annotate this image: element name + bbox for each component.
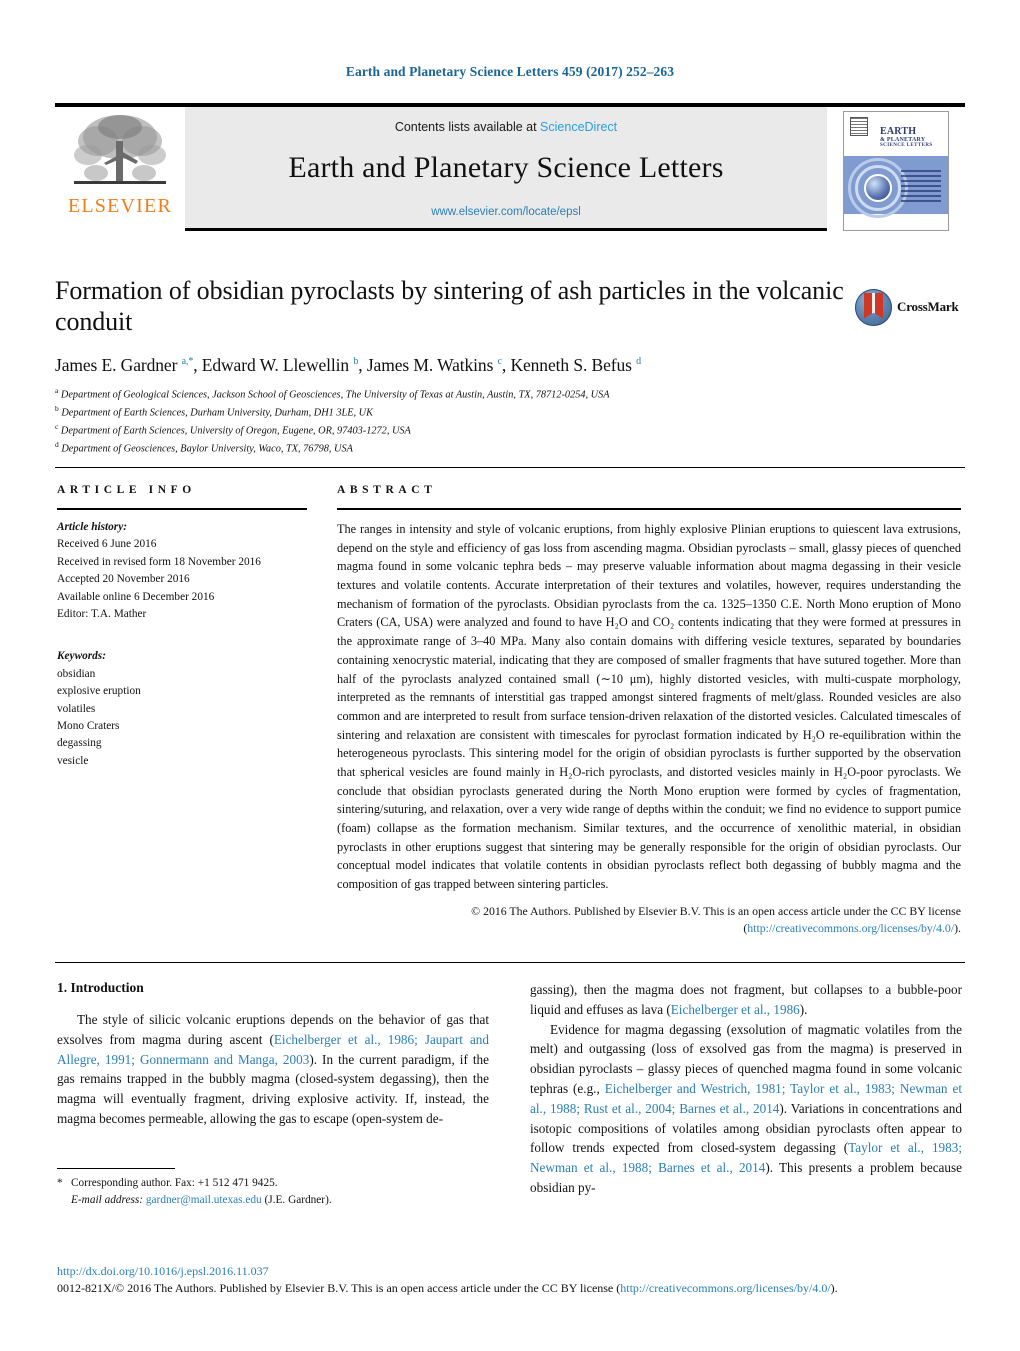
keyword-item: volatiles — [57, 702, 96, 715]
body-column-left: 1. Introduction The style of silicic vol… — [57, 980, 489, 1129]
footnote-line-1: * Corresponding author. Fax: +1 512 471 9… — [57, 1175, 489, 1192]
divider-bottom — [55, 962, 965, 963]
affiliation-item: b Department of Earth Sciences, Durham U… — [55, 403, 373, 419]
cover-image: EARTH & PLANETARY SCIENCE LETTERS — [843, 110, 949, 231]
issn-copyright-line: 0012-821X/© 2016 The Authors. Published … — [57, 1281, 965, 1296]
keyword-item: vesicle — [57, 754, 89, 767]
email-owner: (J.E. Gardner). — [264, 1193, 332, 1206]
intro-paragraph-1: The style of silicic volcanic eruptions … — [57, 1010, 489, 1129]
email-address-label: E-mail address: — [71, 1193, 144, 1206]
copyright-text: © 2016 The Authors. Published by Elsevie… — [471, 903, 961, 918]
footnote-line-2: E-mail address: gardner@mail.utexas.edu … — [57, 1192, 489, 1209]
elsevier-logo: ELSEVIER — [55, 103, 185, 231]
journal-article-page: Earth and Planetary Science Letters 459 … — [0, 0, 1020, 1351]
keywords: Keywords: obsidian explosive eruption vola… — [57, 648, 307, 770]
crossmark-icon — [855, 288, 892, 326]
affiliation-list: a Department of Geological Sciences, Jac… — [55, 385, 845, 457]
running-head: Earth and Planetary Science Letters 459 … — [345, 64, 675, 79]
contents-available-line: Contents lists available at ScienceDirec… — [395, 120, 617, 134]
contents-prefix: Contents lists available at — [394, 120, 541, 134]
article-info-rule — [57, 508, 307, 510]
keyword-items: obsidian explosive eruption volatiles Mono … — [57, 666, 307, 770]
doi-link[interactable]: http://dx.doi.org/10.1016/j.epsl.2016.11… — [57, 1264, 965, 1279]
affiliation-item: c Department of Earth Sciences, Universi… — [55, 422, 411, 437]
page-title: Formation of obsidian pyroclasts by sint… — [55, 276, 844, 336]
title-block: Formation of obsidian pyroclasts by sint… — [55, 276, 845, 457]
intro-paragraph-1-continued: gassing), then the magma does not fragme… — [530, 980, 962, 1020]
page-footer: http://dx.doi.org/10.1016/j.epsl.2016.11… — [57, 1264, 965, 1296]
article-history-item: Received 6 June 2016 — [57, 538, 157, 551]
article-history-item: Editor: T.A. Mather — [57, 607, 147, 620]
article-history-item: Received in revised form 18 November 201… — [57, 555, 261, 568]
cover-title-text: EARTH & PLANETARY SCIENCE LETTERS — [880, 125, 944, 149]
journal-title: Earth and Planetary Science Letters — [288, 151, 724, 184]
body-column-right: gassing), then the magma does not fragme… — [530, 980, 962, 1198]
footnote-asterisk: * — [57, 1177, 63, 1189]
issn-suffix: ). — [830, 1281, 838, 1295]
keyword-item: degassing — [57, 737, 102, 750]
license-close: ). — [954, 921, 961, 936]
abstract-text: The ranges in intensity and style of vol… — [337, 522, 961, 892]
corresponding-author-footnote: * Corresponding author. Fax: +1 512 471 9… — [57, 1168, 489, 1209]
divider-top — [55, 467, 965, 468]
citation-eichelberger-1986[interactable]: Eichelberger et al., 1986 — [671, 1002, 800, 1017]
issn-prefix: 0012-821X/© 2016 The Authors. Published … — [57, 1281, 621, 1295]
abstract-heading: ABSTRACT — [337, 484, 437, 496]
abstract-rule — [337, 508, 961, 510]
article-history-item: Accepted 20 November 2016 — [57, 573, 190, 586]
cover-title-line1: EARTH — [880, 125, 917, 137]
article-history-items: Received 6 June 2016 Received in revised … — [57, 536, 307, 623]
corresponding-author-text: Corresponding author. Fax: +1 512 471 94… — [71, 1177, 278, 1189]
article-history-label: Article history: — [57, 521, 127, 533]
footer-license-link[interactable]: http://creativecommons.org/licenses/by/4… — [620, 1281, 830, 1295]
journal-cover-thumbnail: EARTH & PLANETARY SCIENCE LETTERS — [827, 103, 965, 231]
footnote-rule — [57, 1168, 175, 1169]
article-info-heading: ARTICLE INFO — [57, 484, 196, 496]
cover-title-line3: SCIENCE LETTERS — [880, 142, 933, 148]
affiliation-item: d Department of Geosciences, Baylor Univ… — [55, 440, 353, 455]
author-list: James E. Gardner a,*, Edward W. Llewelli… — [55, 354, 642, 375]
masthead-center-panel: Contents lists available at ScienceDirec… — [185, 103, 827, 231]
section-heading-introduction: 1. Introduction — [57, 980, 144, 995]
cover-text-lines — [901, 169, 941, 205]
abstract-copyright: © 2016 The Authors. Published by Elsevie… — [337, 903, 961, 938]
cover-globe-icon — [864, 173, 892, 202]
journal-homepage-link[interactable]: www.elsevier.com/locate/epsl — [431, 206, 581, 218]
journal-masthead: ELSEVIER Contents lists available at Sci… — [55, 103, 965, 231]
keyword-item: explosive eruption — [57, 685, 141, 698]
article-info-column: ARTICLE INFO Article history: Received 6… — [57, 484, 307, 770]
crossmark-label: CrossMark — [897, 299, 959, 314]
license-link[interactable]: http://creativecommons.org/licenses/by/4… — [747, 921, 954, 935]
cover-publisher-mark-icon — [850, 116, 868, 136]
keyword-item: obsidian — [57, 667, 96, 680]
keywords-label: Keywords: — [57, 650, 106, 663]
affiliation-item: a Department of Geological Sciences, Jac… — [55, 385, 610, 401]
elsevier-tree-icon — [74, 115, 166, 184]
intro-paragraph-2: Evidence for magma degassing (exsolution… — [530, 1020, 962, 1198]
abstract-column: ABSTRACT The ranges in intensity and sty… — [337, 484, 961, 938]
crossmark-badge[interactable]: CrossMark — [855, 286, 960, 328]
intro-p1c-part-b: ). — [799, 1001, 808, 1017]
email-address-link[interactable]: gardner@mail.utexas.edu — [146, 1194, 262, 1206]
article-history: Article history: Received 6 June 2016 Rec… — [57, 519, 307, 623]
article-history-item: Available online 6 December 2016 — [57, 590, 215, 603]
elsevier-wordmark: ELSEVIER — [67, 195, 173, 217]
sciencedirect-link[interactable]: ScienceDirect — [540, 120, 617, 134]
keyword-item: Mono Craters — [57, 719, 120, 732]
